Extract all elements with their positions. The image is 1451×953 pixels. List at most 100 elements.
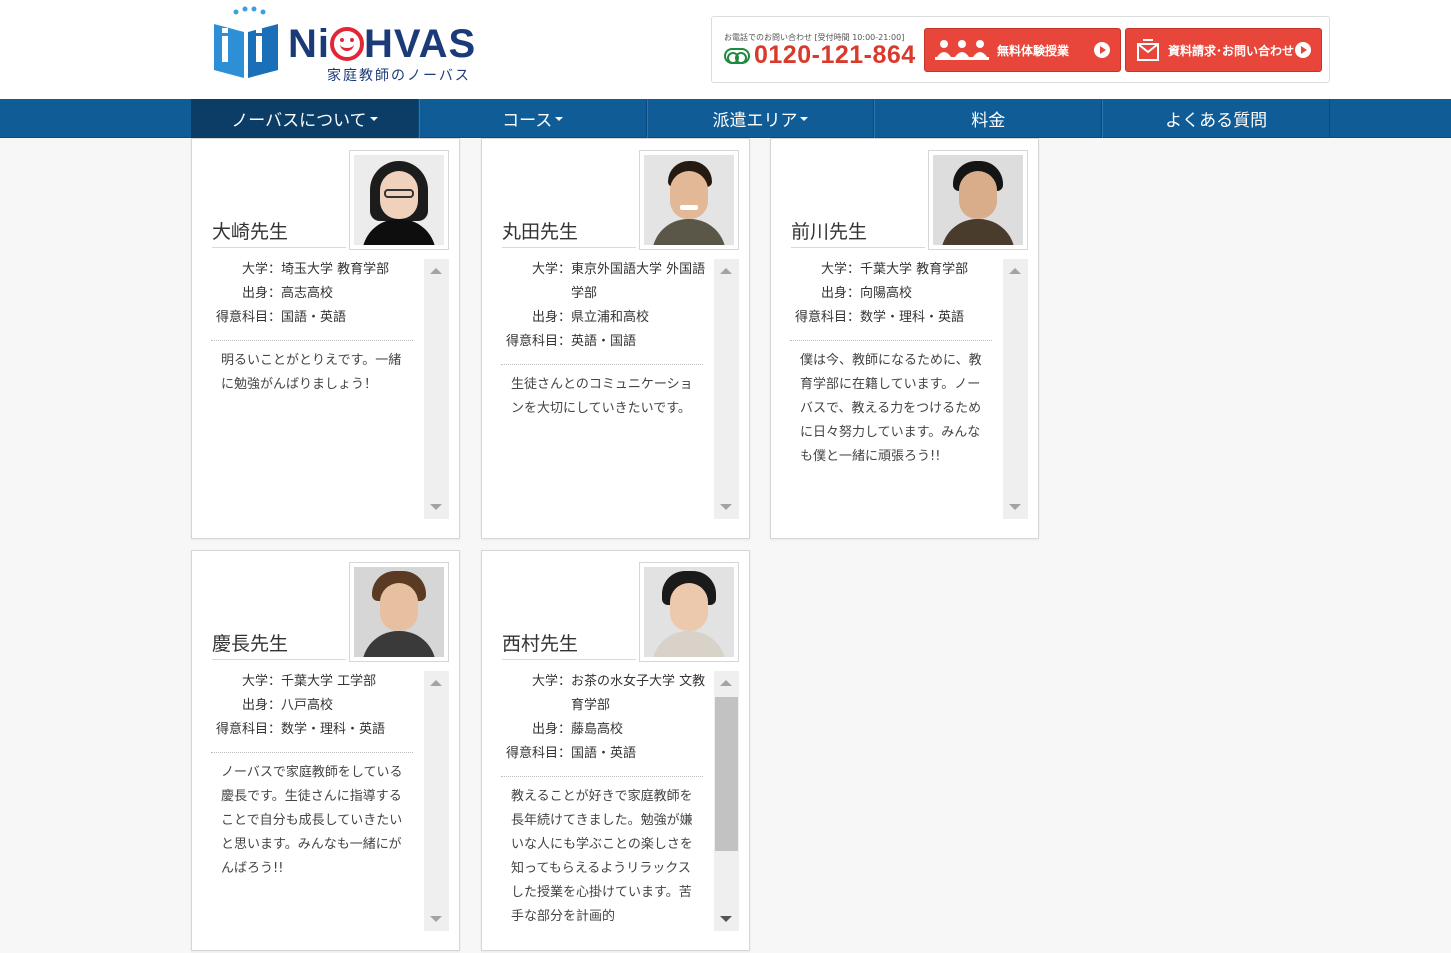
info-key: 大学：	[820, 262, 860, 277]
info-key: 出身：	[531, 310, 571, 325]
scrollbar[interactable]	[424, 671, 449, 931]
scroll-down-icon[interactable]	[720, 916, 732, 922]
info-value: 県立浦和高校	[571, 310, 650, 325]
name-underline	[212, 659, 346, 660]
contact-box: お電話でのお問い合わせ [受付時間 10:00-21:00] 0120-121-…	[711, 16, 1330, 83]
name-underline	[791, 247, 925, 248]
site-logo[interactable]: Ni HVAS 家庭教師のノーバス	[210, 6, 515, 86]
divider	[211, 752, 413, 753]
main-nav: ノーバスについて コース 派遣エリア 料金 よくある質問	[0, 99, 1451, 138]
free-dial-icon	[724, 48, 750, 64]
teacher-message: 教えることが好きで家庭教師を長年続けてきました。勉強が嫌いな人にも学ぶことの楽し…	[511, 789, 693, 924]
scrollbar-thumb[interactable]	[715, 697, 738, 851]
info-value: お茶の水女子大学 文教育学部	[571, 674, 706, 713]
students-icon	[935, 40, 989, 60]
name-underline	[502, 247, 636, 248]
info-value: 数学・理科・英語	[281, 722, 386, 737]
info-key: 得意科目：	[215, 310, 281, 325]
free-trial-label: 無料体験授業	[997, 43, 1070, 58]
divider	[790, 340, 992, 341]
scroll-up-icon[interactable]	[720, 268, 732, 274]
teacher-name: 前川先生	[791, 221, 868, 243]
scrollbar[interactable]	[714, 259, 739, 519]
divider	[501, 776, 703, 777]
nav-item-label: よくある質問	[1165, 111, 1268, 131]
scrollbar[interactable]	[1003, 259, 1028, 519]
nav-item-course[interactable]: コース	[418, 99, 647, 138]
info-key: 得意科目：	[505, 334, 571, 349]
teacher-photo	[349, 150, 449, 250]
scroll-up-icon[interactable]	[720, 680, 732, 686]
info-key: 得意科目：	[215, 722, 281, 737]
teacher-name: 西村先生	[502, 633, 579, 655]
nav-item-label: ノーバスについて	[231, 111, 367, 131]
nav-item-price[interactable]: 料金	[874, 99, 1103, 138]
info-value: 千葉大学 教育学部	[860, 262, 969, 277]
info-key: 大学：	[241, 262, 281, 277]
nav-item-faq[interactable]: よくある質問	[1102, 99, 1330, 138]
teacher-info: 大学： 千葉大学 工学部 出身： 八戸高校 得意科目： 数学・理科・英語 ノーバスで家…	[211, 670, 416, 881]
teacher-name: 慶長先生	[212, 633, 289, 655]
teacher-message: 生徒さんとのコミュニケーションを大切にしていきたいです。	[511, 377, 693, 416]
caret-down-icon	[800, 116, 809, 121]
teacher-info: 大学： お茶の水女子大学 文教育学部 出身： 藤島高校 得意科目： 国語・英語 教える…	[501, 670, 706, 932]
info-key: 大学：	[241, 674, 281, 689]
free-trial-button[interactable]: 無料体験授業	[924, 28, 1121, 72]
nav-item-area[interactable]: 派遣エリア	[646, 99, 875, 138]
scroll-down-icon[interactable]	[430, 504, 442, 510]
teacher-card: 西村先生 大学： お茶の水女子大学 文教育学部 出身： 藤島高校 得意科目： 国語・英…	[481, 550, 750, 951]
teacher-name: 大崎先生	[212, 221, 289, 243]
scroll-down-icon[interactable]	[430, 916, 442, 922]
nav-item-about[interactable]: ノーバスについて	[191, 99, 419, 138]
scroll-up-icon[interactable]	[430, 680, 442, 686]
teacher-message: ノーバスで家庭教師をしている慶長です。生徒さんに指導することで自分も成長していき…	[221, 765, 403, 876]
phone-number: 0120-121-864	[754, 41, 916, 69]
teacher-card: 大崎先生 大学： 埼玉大学 教育学部 出身： 高志高校 得意科目： 国語・英語 明るい…	[191, 138, 460, 539]
teacher-photo	[928, 150, 1028, 250]
teacher-message: 僕は今、教師になるために、教育学部に在籍しています。ノーバスで、教える力をつける…	[800, 353, 982, 464]
info-key: 出身：	[241, 286, 281, 301]
divider	[501, 364, 703, 365]
info-key: 出身：	[241, 698, 281, 713]
logo-wordmark: Ni HVAS	[288, 22, 477, 66]
info-value: 英語・国語	[571, 334, 637, 349]
nav-item-label: コース	[502, 111, 553, 131]
teacher-message: 明るいことがとりえです。一緒に勉強がんばりましょう！	[221, 353, 402, 392]
scroll-up-icon[interactable]	[1009, 268, 1021, 274]
info-value: 東京外国語大学 外国語学部	[571, 262, 706, 301]
nav-item-label: 料金	[971, 111, 1006, 131]
scrollbar[interactable]	[424, 259, 449, 519]
smile-logo-icon	[330, 27, 365, 61]
info-key: 出身：	[531, 722, 571, 737]
teacher-card: 慶長先生 大学： 千葉大学 工学部 出身： 八戸高校 得意科目： 数学・理科・英語 ノ…	[191, 550, 460, 951]
info-value: 八戸高校	[281, 698, 334, 713]
play-circle-icon	[1295, 42, 1311, 58]
info-key: 得意科目：	[794, 310, 860, 325]
caret-down-icon	[555, 116, 564, 121]
info-key: 得意科目：	[505, 746, 571, 761]
scrollbar[interactable]	[714, 671, 739, 931]
teacher-info: 大学： 埼玉大学 教育学部 出身： 高志高校 得意科目： 国語・英語 明るいことがとり…	[211, 258, 416, 397]
info-value: 千葉大学 工学部	[281, 674, 377, 689]
inquiry-label: 資料請求･お問い合わせ	[1168, 43, 1295, 58]
info-value: 国語・英語	[571, 746, 637, 761]
info-value: 高志高校	[281, 286, 334, 301]
name-underline	[502, 659, 636, 660]
teacher-info: 大学： 千葉大学 教育学部 出身： 向陽高校 得意科目： 数学・理科・英語 僕は今、教…	[790, 258, 995, 469]
info-value: 向陽高校	[860, 286, 913, 301]
info-value: 藤島高校	[571, 722, 624, 737]
caret-down-icon	[369, 116, 378, 121]
scroll-down-icon[interactable]	[720, 504, 732, 510]
info-value: 埼玉大学 教育学部	[281, 262, 390, 277]
play-circle-icon	[1094, 42, 1110, 58]
info-value: 数学・理科・英語	[860, 310, 965, 325]
scroll-down-icon[interactable]	[1009, 504, 1021, 510]
info-key: 出身：	[820, 286, 860, 301]
teacher-photo	[349, 562, 449, 662]
inquiry-button[interactable]: 資料請求･お問い合わせ	[1125, 28, 1322, 72]
scroll-up-icon[interactable]	[430, 268, 442, 274]
nav-item-label: 派遣エリア	[712, 111, 798, 131]
teacher-card: 丸田先生 大学： 東京外国語大学 外国語学部 出身： 県立浦和高校 得意科目： 英語・…	[481, 138, 750, 539]
teacher-card: 前川先生 大学： 千葉大学 教育学部 出身： 向陽高校 得意科目： 数学・理科・英語 …	[770, 138, 1039, 539]
name-underline	[212, 247, 346, 248]
